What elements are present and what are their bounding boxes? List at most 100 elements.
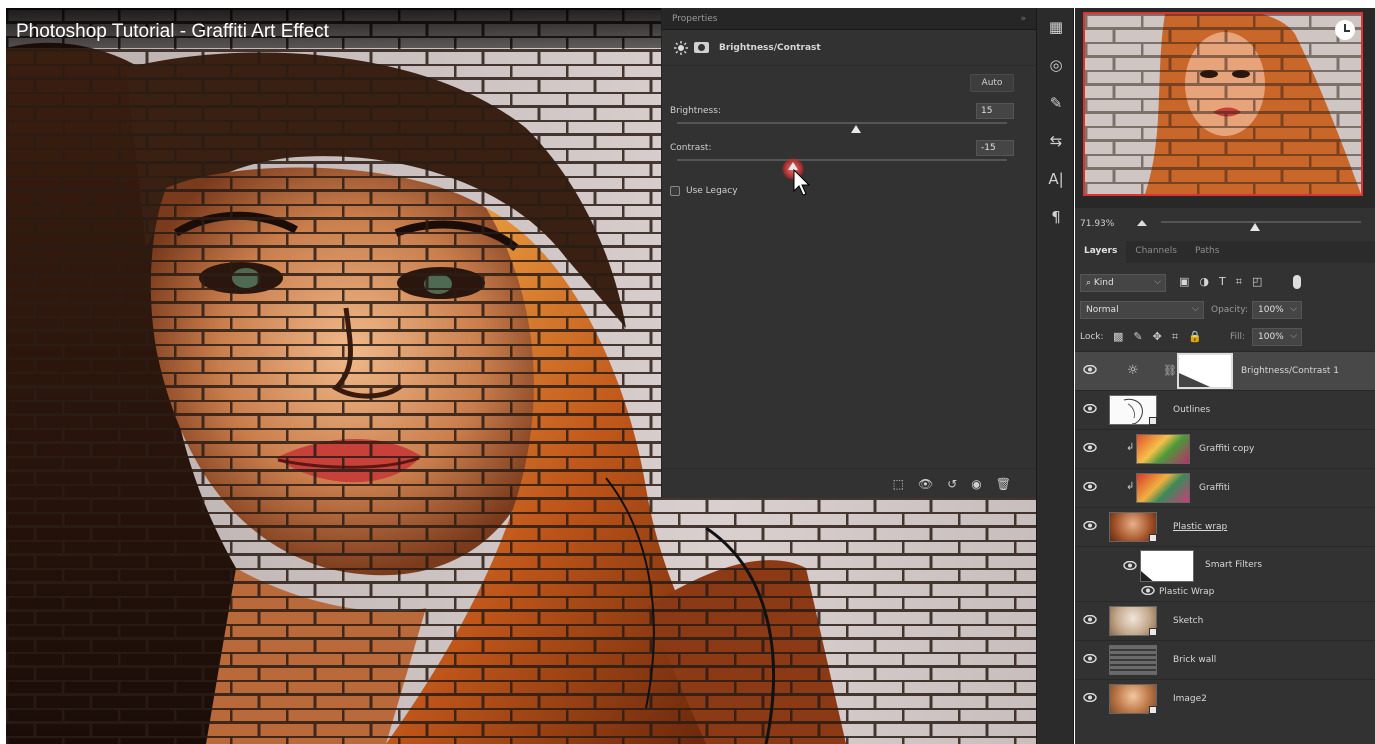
collapse-icon[interactable]: »	[1020, 14, 1026, 24]
link-icon[interactable]: ⛓	[1163, 364, 1177, 377]
layer-mask-thumbnail[interactable]	[1177, 353, 1233, 389]
properties-panel: Properties » Brightness/Contrast Auto Br…	[661, 8, 1036, 498]
lock-icons: ▩ ✎ ✥ ⌗ 🔒	[1113, 330, 1202, 344]
adjustment-filter-icon[interactable]: ◑	[1199, 275, 1209, 289]
contrast-slider-track[interactable]	[677, 159, 1007, 161]
properties-footer: ⬚ 👁 ↺ ◉ 🗑	[662, 468, 1036, 498]
layer-thumbnail	[1136, 473, 1190, 503]
filter-icons: ▣ ◑ T ⌗ ◰	[1179, 275, 1262, 289]
eye-icon[interactable]	[1141, 586, 1155, 595]
blend-row: Normal ⌵ Opacity: 100% ⌵	[1075, 298, 1375, 322]
filter-name: Plastic Wrap	[1159, 587, 1215, 597]
opacity-value: 100%	[1258, 305, 1284, 315]
eye-icon[interactable]	[1083, 365, 1097, 374]
smart-filters-row[interactable]: Smart Filters Plastic Wrap	[1075, 546, 1375, 600]
clip-to-layer-icon[interactable]: ⬚	[893, 477, 904, 491]
opacity-field[interactable]: 100% ⌵	[1252, 301, 1302, 319]
chevron-down-icon: ⌵	[1154, 277, 1161, 287]
lock-all-icon[interactable]: 🔒	[1188, 330, 1202, 344]
brush-presets-icon[interactable]: ✎	[1037, 84, 1075, 122]
libraries-icon[interactable]: ▦	[1037, 8, 1075, 46]
layer-thumbnail	[1109, 645, 1157, 675]
adjustment-header: Brightness/Contrast	[662, 30, 1036, 66]
smart-filter-mask-thumbnail[interactable]	[1140, 550, 1194, 582]
eye-icon[interactable]	[1083, 654, 1097, 663]
zoom-slider-thumb[interactable]	[1250, 222, 1260, 231]
fill-field[interactable]: 100% ⌵	[1252, 328, 1302, 346]
lock-position-icon[interactable]: ✥	[1153, 330, 1162, 344]
mask-icon[interactable]	[694, 42, 709, 53]
layer-name: Brick wall	[1173, 655, 1217, 665]
zoom-value[interactable]: 71.93%	[1080, 219, 1114, 229]
brightness-field[interactable]: 15	[976, 103, 1014, 119]
chevron-down-icon: ⌵	[1192, 304, 1199, 314]
panel-icon-strip: ▦ ◎ ✎ ⇆ A| ¶	[1036, 8, 1074, 744]
adjustment-title: Brightness/Contrast	[719, 42, 821, 53]
use-legacy-label: Use Legacy	[686, 186, 738, 196]
zoom-out-icon[interactable]	[1137, 220, 1147, 226]
layer-graffiti[interactable]: ↲ Graffiti	[1075, 468, 1375, 507]
layer-brightness-contrast[interactable]: ☼ ⛓ Brightness/Contrast 1	[1075, 351, 1375, 390]
creative-cloud-icon[interactable]: ◎	[1037, 46, 1075, 84]
tab-paths[interactable]: Paths	[1186, 241, 1228, 263]
lock-image-icon[interactable]: ✎	[1133, 330, 1142, 344]
type-filter-icon[interactable]: T	[1219, 275, 1226, 289]
filter-toggle[interactable]	[1293, 275, 1301, 289]
brightness-slider-track[interactable]	[677, 122, 1007, 124]
eye-icon[interactable]	[1083, 615, 1097, 624]
eye-icon[interactable]	[1083, 482, 1097, 491]
video-title: Photoshop Tutorial - Graffiti Art Effect	[6, 8, 666, 48]
layer-graffiti-copy[interactable]: ↲ Graffiti copy	[1075, 429, 1375, 468]
use-legacy-checkbox[interactable]: Use Legacy	[670, 186, 738, 196]
layer-image2[interactable]: Image2	[1075, 679, 1375, 718]
character-icon[interactable]: A|	[1037, 160, 1075, 198]
zoom-slider-track[interactable]	[1161, 221, 1361, 223]
layer-brick-wall[interactable]: Brick wall	[1075, 640, 1375, 679]
eye-icon[interactable]	[1083, 693, 1097, 702]
smart-object-filter-icon[interactable]: ◰	[1252, 275, 1262, 289]
shape-filter-icon[interactable]: ⌗	[1236, 275, 1242, 289]
brightness-icon	[674, 40, 688, 55]
filter-row: ⌕ Kind ⌵ ▣ ◑ T ⌗ ◰	[1075, 271, 1375, 295]
lock-row: Lock: ▩ ✎ ✥ ⌗ 🔒 Fill: 100% ⌵	[1075, 325, 1375, 349]
eye-icon[interactable]	[1083, 404, 1097, 413]
smart-object-icon	[1149, 534, 1157, 542]
filter-kind-dropdown[interactable]: ⌕ Kind ⌵	[1080, 274, 1166, 292]
eye-icon[interactable]	[1123, 561, 1137, 570]
tab-layers[interactable]: Layers	[1075, 241, 1127, 263]
paragraph-icon[interactable]: ¶	[1037, 198, 1075, 236]
auto-button[interactable]: Auto	[970, 74, 1014, 92]
properties-tab[interactable]: Properties	[672, 14, 717, 24]
lock-transparent-icon[interactable]: ▩	[1113, 330, 1123, 344]
eye-icon[interactable]	[1083, 443, 1097, 452]
opacity-label: Opacity:	[1211, 305, 1248, 315]
chevron-down-icon: ⌵	[1290, 331, 1297, 341]
pixel-filter-icon[interactable]: ▣	[1179, 275, 1189, 289]
photoshop-window: Photoshop Tutorial - Graffiti Art Effect…	[0, 0, 1375, 744]
clock-icon[interactable]	[1335, 20, 1355, 40]
reset-icon[interactable]: ↺	[947, 477, 957, 491]
delete-icon[interactable]: 🗑	[996, 477, 1011, 491]
blend-mode-dropdown[interactable]: Normal ⌵	[1080, 301, 1204, 319]
eye-icon[interactable]	[1083, 521, 1097, 530]
layer-name: Sketch	[1173, 616, 1204, 626]
tab-channels[interactable]: Channels	[1126, 241, 1186, 263]
brightness-slider-thumb[interactable]	[851, 125, 861, 133]
layer-name: Graffiti	[1199, 483, 1230, 493]
smart-object-icon	[1149, 706, 1157, 714]
right-panel: 71.93% Layers Channels Paths ⌕ Kind ⌵ ▣ ◑…	[1075, 8, 1375, 744]
view-previous-state-icon[interactable]: 👁	[918, 477, 933, 491]
lock-artboard-icon[interactable]: ⌗	[1172, 330, 1178, 344]
adjustments-icon[interactable]: ⇆	[1037, 122, 1075, 160]
navigator-thumbnail[interactable]	[1083, 12, 1363, 196]
layer-sketch[interactable]: Sketch	[1075, 601, 1375, 640]
clipping-arrow-icon: ↲	[1126, 481, 1135, 492]
toggle-visibility-icon[interactable]: ◉	[971, 477, 981, 491]
contrast-field[interactable]: -15	[976, 140, 1014, 156]
checkbox-icon[interactable]	[670, 186, 680, 196]
layer-plastic-wrap[interactable]: Plastic wrap	[1075, 507, 1375, 546]
smart-filters-label: Smart Filters	[1205, 560, 1263, 570]
contrast-label: Contrast:	[670, 143, 712, 153]
layer-name: Outlines	[1173, 405, 1211, 415]
layer-outlines[interactable]: Outlines	[1075, 390, 1375, 429]
